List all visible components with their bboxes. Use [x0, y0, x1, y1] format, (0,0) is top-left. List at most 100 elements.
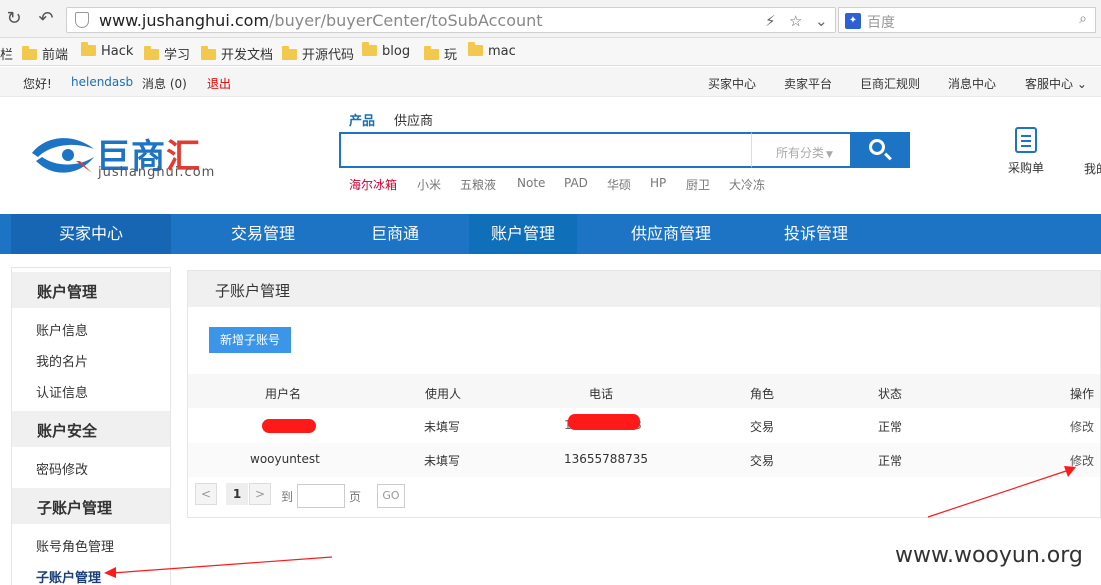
messages-link[interactable]: 消息 (0) — [142, 75, 187, 92]
left-sidebar: 账户管理 账户信息 我的名片 认证信息 账户安全 密码修改 子账户管理 账号角色… — [11, 267, 171, 585]
bookmark-item[interactable]: 栏 — [0, 44, 13, 63]
caret-down-icon: ▼ — [826, 150, 833, 160]
nav-complaint-management[interactable]: 投诉管理 — [766, 214, 866, 254]
topbar-link-seller-platform[interactable]: 卖家平台 — [784, 75, 832, 92]
hotword-link[interactable]: 五粮液 — [460, 176, 496, 193]
sidebar-item-business-card[interactable]: 我的名片 — [36, 351, 88, 370]
logout-link[interactable]: 退出 — [207, 75, 231, 92]
watermark: www.wooyun.org — [895, 543, 1083, 568]
edit-link[interactable]: 修改 — [1070, 418, 1094, 435]
category-select[interactable]: 所有分类 ▼ — [751, 132, 850, 168]
folder-icon — [424, 46, 439, 60]
sidebar-item-sub-accounts[interactable]: 子账户管理 — [36, 567, 101, 585]
sidebar-section-title: 账户管理 — [12, 272, 170, 308]
browser-search-box[interactable]: ✦ 百度 ⌕ — [838, 7, 1096, 33]
bookmark-folder[interactable]: Hack — [81, 42, 133, 59]
hotword-link[interactable]: 华硕 — [607, 176, 631, 193]
greeting: 您好! — [23, 77, 52, 91]
reload-icon[interactable]: ↻ — [4, 9, 24, 29]
hotword-link[interactable]: 海尔冰箱 — [349, 176, 397, 193]
pager-page-label: 页 — [349, 490, 362, 504]
edit-link[interactable]: 修改 — [1070, 452, 1094, 469]
folder-icon — [144, 46, 159, 60]
site-topbar: 您好! helendasb 消息 (0) 退出 买家中心 卖家平台 巨商汇规则 … — [0, 67, 1101, 97]
hotword-link[interactable]: Note — [517, 176, 545, 190]
site-search-input[interactable] — [339, 132, 751, 168]
topbar-link-buyer-center[interactable]: 买家中心 — [708, 75, 756, 92]
nav-supplier-management[interactable]: 供应商管理 — [612, 214, 730, 254]
browser-toolbar: ↻ ↶ www.jushanghui.com/buyer/buyerCenter… — [0, 0, 1101, 38]
nav-trade-management[interactable]: 交易管理 — [208, 214, 318, 254]
sidebar-section-title: 账户安全 — [12, 411, 170, 447]
search-button[interactable] — [850, 132, 910, 168]
pager-go-button[interactable]: GO — [377, 484, 405, 508]
hotword-link[interactable]: 小米 — [417, 176, 441, 193]
hotword-link[interactable]: PAD — [564, 176, 588, 190]
chevron-down-icon: ⌄ — [1076, 77, 1087, 91]
purchase-list-label: 采购单 — [1007, 161, 1044, 175]
shield-icon — [75, 12, 89, 28]
table-cell: 交易 — [750, 454, 775, 468]
site-logo[interactable]: 巨商汇 jushanghui.com — [28, 127, 218, 187]
message-count: (0) — [169, 77, 187, 91]
search-tab-supplier[interactable]: 供应商 — [394, 110, 433, 129]
bookmark-folder[interactable]: 学习 — [144, 44, 190, 63]
address-bar[interactable]: www.jushanghui.com/buyer/buyerCenter/toS… — [66, 7, 836, 33]
hotword-link[interactable]: 大冷冻 — [729, 176, 765, 193]
column-header: 状态 — [878, 387, 903, 401]
baidu-paw-icon: ✦ — [845, 13, 861, 29]
folder-icon — [201, 46, 216, 60]
bookmark-folder[interactable]: blog — [362, 42, 410, 59]
column-header: 电话 — [589, 387, 614, 401]
bookmark-folder[interactable]: mac — [468, 42, 516, 59]
table-cell: wooyuntest — [250, 452, 320, 466]
purchase-list-button[interactable]: 采购单 — [1006, 127, 1046, 176]
logo-domain: jushanghui.com — [98, 165, 216, 180]
topbar-link-service[interactable]: 客服中心 ⌄ — [1025, 75, 1087, 92]
pager-current-page[interactable]: 1 — [226, 483, 248, 505]
search-tab-product[interactable]: 产品 — [349, 110, 375, 129]
nav-account-management[interactable]: 账户管理 — [469, 214, 577, 254]
site-header: 巨商汇 jushanghui.com 产品 供应商 所有分类 ▼ 海尔冰箱 小米 … — [0, 97, 1101, 214]
sidebar-item-account-info[interactable]: 账户信息 — [36, 320, 88, 339]
bookmark-folder[interactable]: 开源代码 — [282, 44, 354, 63]
pager-to-label: 到 — [281, 490, 294, 504]
redaction-mark — [568, 414, 640, 430]
bookmark-folder[interactable]: 前端 — [22, 44, 68, 63]
bookmark-folder[interactable]: 玩 — [424, 44, 457, 63]
pager-next-button[interactable]: > — [249, 483, 271, 505]
bookmark-folder[interactable]: 开发文档 — [201, 44, 273, 63]
sidebar-item-password[interactable]: 密码修改 — [36, 459, 88, 478]
search-icon[interactable]: ⌕ — [1079, 11, 1087, 27]
folder-icon — [81, 42, 96, 56]
table-row: 未填写 1825 8 交易 正常 修改 — [188, 409, 1100, 443]
hotword-link[interactable]: HP — [650, 176, 666, 190]
nav-buyer-center[interactable]: 买家中心 — [11, 214, 171, 254]
table-cell: 交易 — [750, 420, 775, 434]
sidebar-item-certification[interactable]: 认证信息 — [36, 382, 88, 401]
username-link[interactable]: helendasb — [71, 75, 133, 89]
nav-jushangtong[interactable]: 巨商通 — [350, 214, 440, 254]
pager-prev-button[interactable]: < — [195, 483, 217, 505]
column-header: 用户名 — [265, 387, 302, 401]
page-number-input[interactable] — [297, 484, 345, 508]
sidebar-item-role-management[interactable]: 账号角色管理 — [36, 536, 114, 555]
my-account-link[interactable]: 我的 — [1084, 160, 1101, 177]
back-icon[interactable]: ↶ — [36, 9, 56, 29]
topbar-link-message-center[interactable]: 消息中心 — [948, 75, 996, 92]
add-sub-account-button[interactable]: 新增子账号 — [209, 327, 291, 353]
column-header: 使用人 — [425, 387, 462, 401]
sidebar-section-title: 子账户管理 — [12, 488, 170, 524]
search-icon — [869, 139, 885, 155]
folder-icon — [362, 42, 377, 56]
chevron-down-icon[interactable]: ⌄ — [815, 12, 828, 30]
hotword-link[interactable]: 厨卫 — [686, 176, 710, 193]
star-icon[interactable]: ☆ — [789, 12, 802, 30]
sub-account-panel: 子账户管理 新增子账号 用户名 使用人 电话 角色 状态 操作 未填写 1825… — [187, 270, 1101, 518]
lightning-icon[interactable]: ⚡ — [765, 12, 776, 30]
url-text: www.jushanghui.com/buyer/buyerCenter/toS… — [99, 11, 543, 30]
folder-icon — [282, 46, 297, 60]
topbar-link-rules[interactable]: 巨商汇规则 — [860, 75, 920, 92]
search-engine-label: 百度 — [867, 15, 895, 31]
redaction-mark — [262, 419, 316, 433]
